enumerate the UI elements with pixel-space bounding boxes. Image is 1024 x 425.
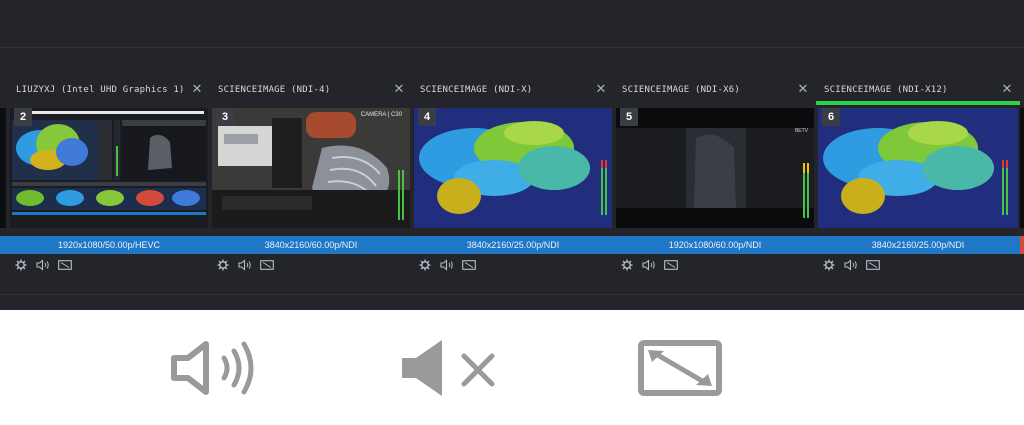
format-bar: 3840x2160/25.00p/NDI	[816, 236, 1020, 254]
tile-header: LIUZYXJ (Intel UHD Graphics 1) ✕	[8, 78, 210, 104]
audio-speaker-icon[interactable]	[238, 259, 252, 271]
overflow-indicator	[1020, 236, 1024, 254]
source-number-badge: 3	[216, 108, 234, 126]
close-icon[interactable]: ✕	[392, 82, 406, 96]
video-preview[interactable]	[414, 108, 612, 228]
close-icon[interactable]: ✕	[190, 82, 204, 96]
close-icon[interactable]: ✕	[594, 82, 608, 96]
tile-title: SCIENCEIMAGE (NDI-4)	[218, 85, 331, 95]
audio-speaker-icon[interactable]	[844, 259, 858, 271]
multiview-thumbnail	[10, 108, 208, 228]
tile-tools	[620, 259, 678, 271]
audio-speaker-icon[interactable]	[440, 259, 454, 271]
tile-header: SCIENCEIMAGE (NDI-4) ✕	[210, 78, 412, 104]
close-icon[interactable]: ✕	[796, 82, 810, 96]
fit-screen-icon[interactable]	[58, 259, 72, 271]
fit-screen-icon	[638, 340, 722, 396]
audio-speaker-icon[interactable]	[36, 259, 50, 271]
tile-title: LIUZYXJ (Intel UHD Graphics 1)	[16, 85, 185, 95]
source-number-badge: 5	[620, 108, 638, 126]
close-icon[interactable]: ✕	[1000, 82, 1014, 96]
video-preview[interactable]: CAMERA | C30	[212, 108, 410, 228]
dark-scene-image	[616, 108, 814, 228]
format-bar: 1920x1080/60.00p/NDI	[614, 236, 816, 254]
tile-tools	[14, 259, 72, 271]
source-tile-2[interactable]: LIUZYXJ (Intel UHD Graphics 1) ✕ 2 1920x…	[8, 78, 210, 274]
tile-title: SCIENCEIMAGE (NDI-X6)	[622, 85, 740, 95]
format-bar: 3840x2160/25.00p/NDI	[412, 236, 614, 254]
source-tile-5[interactable]: SCIENCEIMAGE (NDI-X6) ✕ 5 BETV 1920x1080…	[614, 78, 816, 274]
format-bar: 1920x1080/50.00p/HEVC	[8, 236, 210, 254]
settings-gear-icon[interactable]	[620, 259, 634, 271]
divider	[0, 294, 1024, 295]
source-tile-1[interactable]	[0, 78, 8, 274]
tile-header: SCIENCEIMAGE (NDI-X) ✕	[412, 78, 614, 104]
tile-header: SCIENCEIMAGE (NDI-X12) ✕	[816, 78, 1020, 104]
format-bar	[0, 236, 8, 254]
top-toolbar	[0, 0, 1024, 48]
settings-gear-icon[interactable]	[14, 259, 28, 271]
source-tile-3[interactable]: SCIENCEIMAGE (NDI-4) ✕ 3 CAMERA | C30 38…	[210, 78, 412, 274]
tile-title: SCIENCEIMAGE (NDI-X12)	[824, 85, 948, 95]
paint-splash-image	[414, 108, 612, 228]
source-number-badge: 2	[14, 108, 32, 126]
video-preview[interactable]	[0, 108, 6, 228]
tile-tools	[216, 259, 274, 271]
source-number-badge: 4	[418, 108, 436, 126]
channel-tag: BETV	[794, 128, 808, 134]
settings-gear-icon[interactable]	[418, 259, 432, 271]
source-tile-4[interactable]: SCIENCEIMAGE (NDI-X) ✕ 4 3840x2160/25.00…	[412, 78, 614, 274]
audio-mute-icon	[402, 340, 495, 396]
fit-screen-icon[interactable]	[260, 259, 274, 271]
format-bar: 3840x2160/60.00p/NDI	[210, 236, 412, 254]
fit-screen-icon[interactable]	[462, 259, 476, 271]
audio-speaker-icon[interactable]	[642, 259, 656, 271]
video-preview[interactable]: BETV	[616, 108, 814, 228]
tile-title: SCIENCEIMAGE (NDI-X)	[420, 85, 533, 95]
source-tile-6[interactable]: SCIENCEIMAGE (NDI-X12) ✕ 6 3840x2160/25.…	[816, 78, 1020, 274]
fit-screen-icon[interactable]	[664, 259, 678, 271]
source-strip: LIUZYXJ (Intel UHD Graphics 1) ✕ 2 1920x…	[0, 78, 1024, 274]
camera-label: CAMERA | C30	[360, 112, 402, 118]
overflow-tile-edge	[1020, 108, 1024, 228]
tile-tools	[822, 259, 880, 271]
paint-splash-image	[818, 108, 1018, 228]
settings-gear-icon[interactable]	[216, 259, 230, 271]
source-number-badge: 6	[822, 108, 840, 126]
audio-on-icon	[171, 341, 254, 395]
settings-gear-icon[interactable]	[822, 259, 836, 271]
tile-header: SCIENCEIMAGE (NDI-X6) ✕	[614, 78, 816, 104]
app-window: LIUZYXJ (Intel UHD Graphics 1) ✕ 2 1920x…	[0, 0, 1024, 310]
camera-feed-image	[212, 108, 410, 228]
fit-screen-icon[interactable]	[866, 259, 880, 271]
video-preview[interactable]	[818, 108, 1018, 228]
tile-tools	[418, 259, 476, 271]
video-preview[interactable]	[10, 108, 208, 228]
